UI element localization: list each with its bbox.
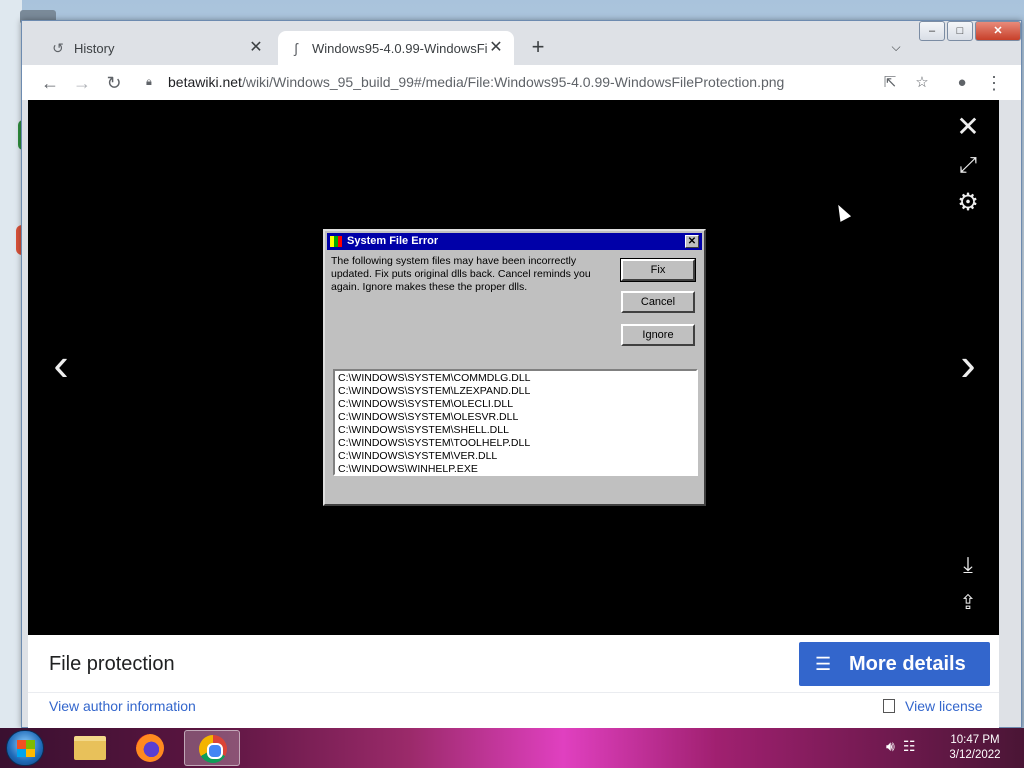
list-item: C:\WINDOWS\SYSTEM\VER.DLL bbox=[338, 450, 498, 462]
bookmark-star-icon[interactable]: ☆ bbox=[910, 71, 934, 95]
dialog-message: The following system files may have been… bbox=[331, 255, 591, 293]
cancel-button: Cancel bbox=[621, 291, 695, 313]
tab-search-icon[interactable]: ⌵ bbox=[886, 37, 906, 57]
list-item: C:\WINDOWS\SYSTEM\LZEXPAND.DLL bbox=[338, 385, 531, 397]
next-icon[interactable]: › bbox=[953, 341, 983, 390]
more-details-label: More details bbox=[849, 652, 966, 675]
reload-button[interactable]: ↻ bbox=[102, 71, 126, 95]
list-item: C:\WINDOWS\SYSTEM\OLESVR.DLL bbox=[338, 411, 519, 423]
clock[interactable]: 10:47 PM 3/12/2022 bbox=[940, 733, 1010, 763]
media-title: File protection bbox=[49, 653, 175, 675]
tab-history[interactable]: ↺ History ✕ bbox=[40, 31, 274, 65]
previous-icon[interactable]: ‹ bbox=[46, 341, 76, 390]
lock-icon[interactable]: 🔒︎ bbox=[146, 76, 158, 89]
license-link[interactable]: View license bbox=[883, 698, 983, 714]
system-tray: 🔊︎ ☷ bbox=[886, 738, 915, 755]
back-button[interactable]: ← bbox=[38, 71, 62, 95]
mouse-cursor bbox=[832, 202, 852, 222]
fullscreen-icon[interactable]: ⤢ bbox=[955, 152, 981, 178]
tab-label: History bbox=[74, 40, 115, 56]
license-icon bbox=[883, 699, 895, 713]
tab-windows95[interactable]: ʃ Windows95-4.0.99-WindowsFileP ✕ bbox=[278, 31, 514, 65]
fix-button: Fix bbox=[620, 258, 696, 282]
url-text: betawiki.net/wiki/Windows_95_build_99#/m… bbox=[168, 74, 784, 90]
tab-strip: ↺ History ✕ ʃ Windows95-4.0.99-WindowsFi… bbox=[22, 21, 1021, 65]
list-item: C:\WINDOWS\SYSTEM\OLECLI.DLL bbox=[338, 398, 514, 410]
dialog-title-bar: System File Error ✕ bbox=[327, 233, 702, 250]
close-viewer-icon[interactable]: ✕ bbox=[955, 113, 981, 141]
windows-app-icon bbox=[330, 236, 342, 247]
share-icon[interactable]: ⇱ bbox=[878, 71, 902, 95]
gear-icon[interactable]: ⚙ bbox=[955, 190, 981, 216]
taskbar-explorer[interactable] bbox=[62, 730, 118, 766]
document-icon: ☰ bbox=[815, 654, 832, 674]
list-item: C:\WINDOWS\SYSTEM\SHELL.DLL bbox=[338, 424, 509, 436]
firefox-icon bbox=[136, 734, 164, 762]
network-icon[interactable]: ☷ bbox=[903, 738, 916, 755]
profile-icon[interactable]: ● bbox=[950, 71, 974, 95]
address-bar[interactable]: 🔒︎ betawiki.net/wiki/Windows_95_build_99… bbox=[134, 67, 944, 97]
system-file-error-image: System File Error ✕ The following system… bbox=[323, 229, 706, 506]
media-viewer: ✕ ⤢ ⚙ ‹ › ⤓ ⇪ System File Error ✕ The fo… bbox=[28, 100, 999, 635]
clock-time: 10:47 PM bbox=[950, 734, 1000, 746]
maximize-button[interactable]: □ bbox=[947, 21, 973, 41]
more-details-button[interactable]: ☰ More details bbox=[799, 642, 990, 686]
ignore-button: Ignore bbox=[621, 324, 695, 346]
clock-date: 3/12/2022 bbox=[949, 749, 1001, 761]
url-host: betawiki.net bbox=[168, 74, 242, 90]
volume-icon[interactable]: 🔊︎ bbox=[886, 738, 895, 755]
list-item: C:\WINDOWS\SYSTEM\COMMDLG.DLL bbox=[338, 372, 531, 384]
dialog-close-icon: ✕ bbox=[685, 235, 699, 248]
url-path: /wiki/Windows_95_build_99#/media/File:Wi… bbox=[241, 74, 785, 90]
close-tab-icon[interactable]: ✕ bbox=[248, 40, 264, 56]
chrome-icon bbox=[199, 735, 227, 763]
window-controls: – □ ✕ bbox=[917, 21, 1021, 41]
license-label: View license bbox=[905, 698, 983, 714]
author-link[interactable]: View author information bbox=[49, 698, 196, 714]
new-tab-button[interactable]: + bbox=[527, 36, 549, 59]
taskbar-chrome[interactable] bbox=[184, 730, 240, 766]
taskbar-firefox[interactable] bbox=[122, 730, 178, 766]
windows-logo-icon bbox=[17, 740, 35, 757]
taskbar: 🔊︎ ☷ 10:47 PM 3/12/2022 bbox=[0, 728, 1024, 768]
folder-icon bbox=[74, 736, 106, 760]
divider bbox=[28, 692, 999, 693]
media-caption: File protection ☰ More details View auth… bbox=[28, 635, 999, 728]
download-icon[interactable]: ⤓ bbox=[955, 552, 981, 578]
forward-button[interactable]: → bbox=[70, 71, 94, 95]
browser-toolbar: ← → ↻ 🔒︎ betawiki.net/wiki/Windows_95_bu… bbox=[22, 65, 1021, 100]
browser-window: ↺ History ✕ ʃ Windows95-4.0.99-WindowsFi… bbox=[21, 20, 1022, 728]
minimize-button[interactable]: – bbox=[919, 21, 945, 41]
file-list: C:\WINDOWS\SYSTEM\COMMDLG.DLL C:\WINDOWS… bbox=[333, 369, 698, 476]
dialog-title: System File Error bbox=[347, 235, 439, 247]
close-tab-icon[interactable]: ✕ bbox=[488, 40, 504, 56]
wiki-icon: ʃ bbox=[294, 40, 298, 56]
list-item: C:\WINDOWS\SYSTEM\TOOLHELP.DLL bbox=[338, 437, 531, 449]
start-button[interactable] bbox=[6, 730, 44, 766]
share-icon[interactable]: ⇪ bbox=[955, 590, 981, 616]
menu-icon[interactable]: ⋮ bbox=[982, 71, 1006, 95]
history-icon: ↺ bbox=[52, 39, 64, 56]
desktop-edge bbox=[0, 0, 22, 728]
close-window-button[interactable]: ✕ bbox=[975, 21, 1021, 41]
tab-label: Windows95-4.0.99-WindowsFileP bbox=[312, 40, 488, 56]
list-item: C:\WINDOWS\WINHELP.EXE bbox=[338, 463, 478, 475]
